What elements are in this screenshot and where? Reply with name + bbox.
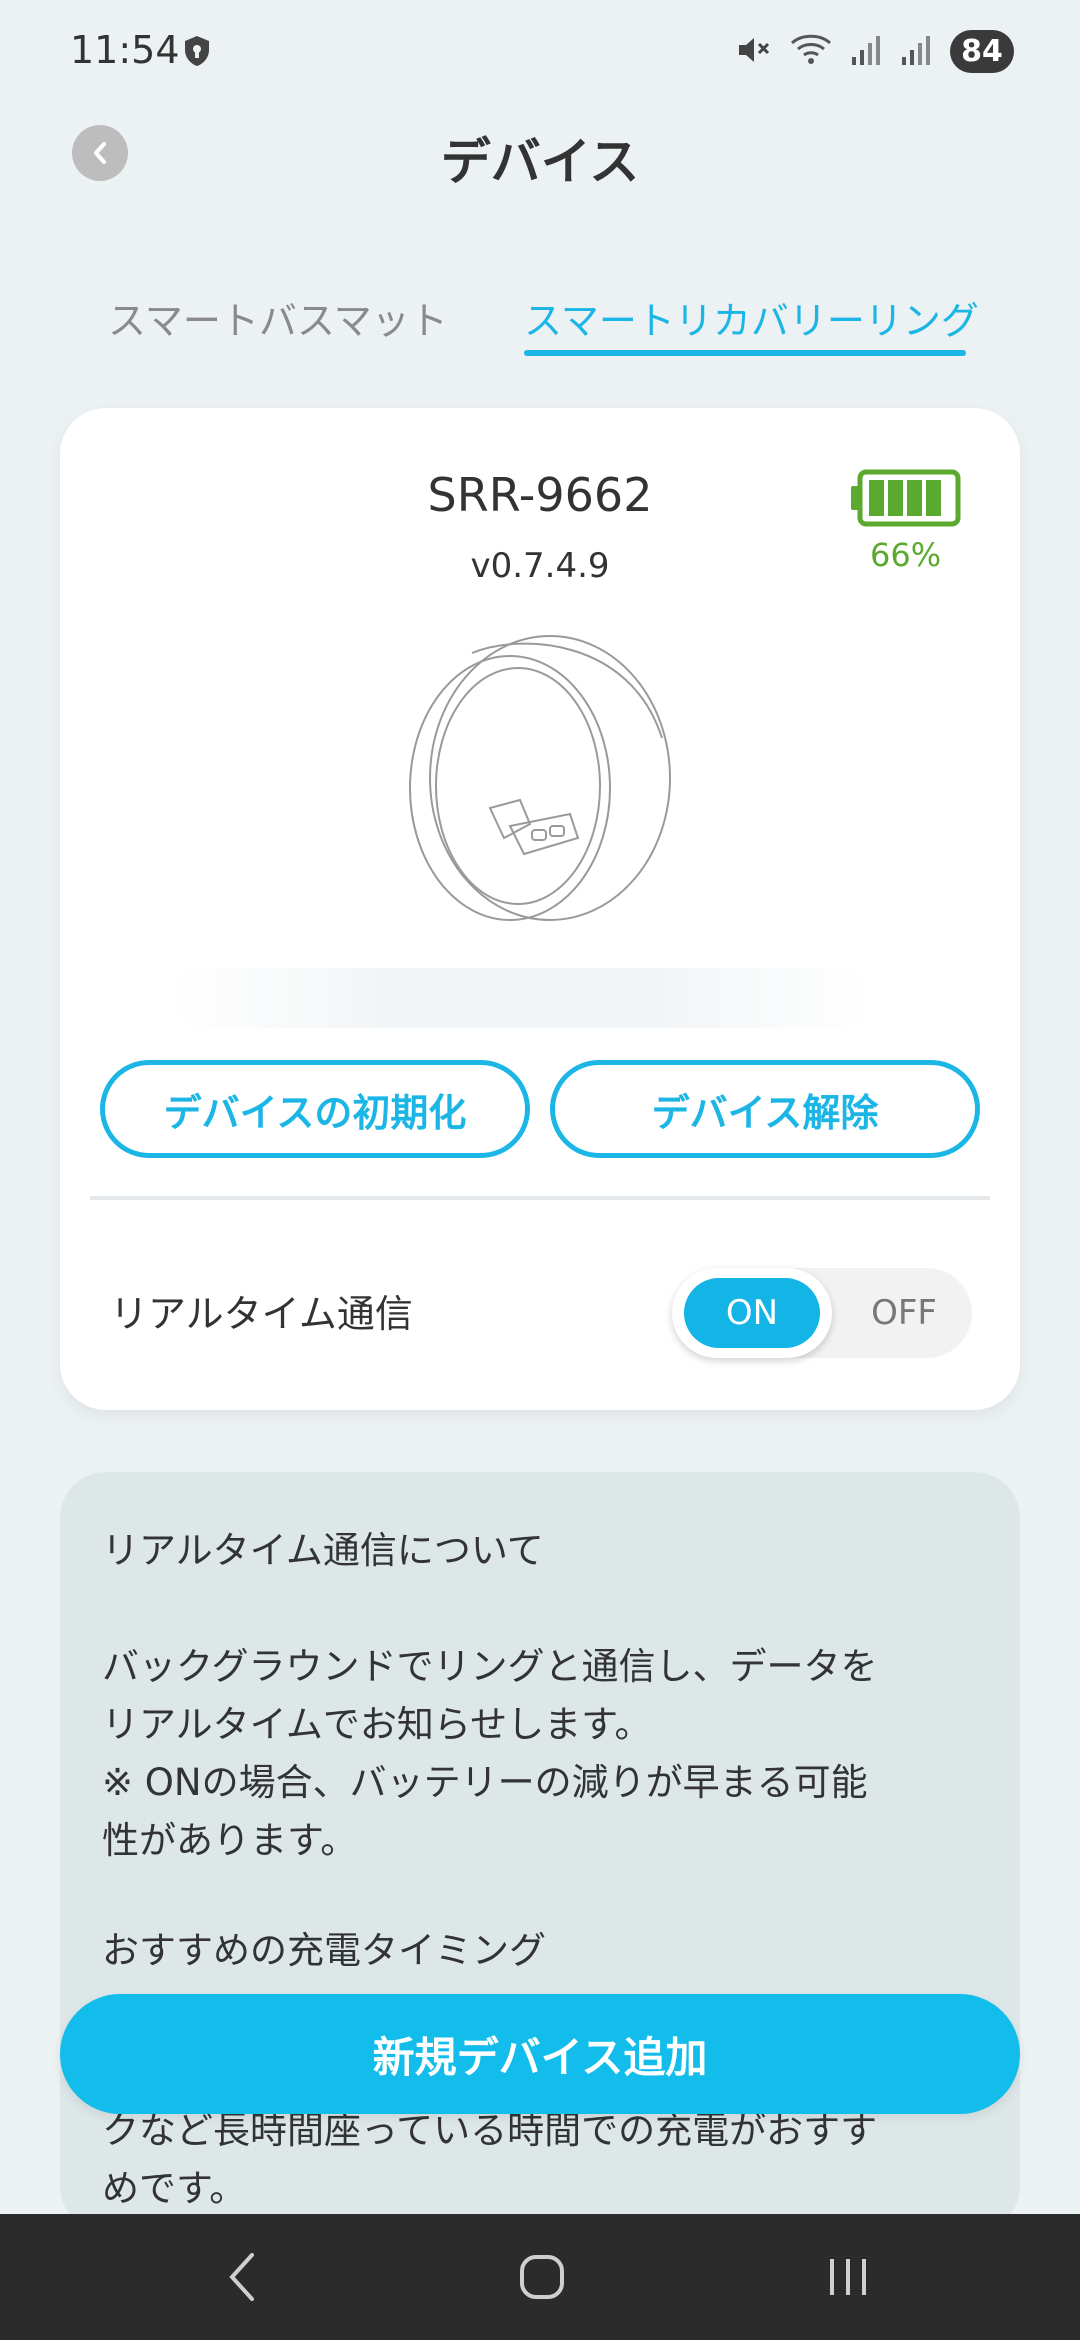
shield-icon xyxy=(183,35,211,71)
wifi-icon xyxy=(790,33,832,71)
tab-smart-recovery-ring[interactable]: スマートリカバリーリング xyxy=(524,290,979,345)
status-bar: 11:54 84 xyxy=(0,0,1080,105)
active-tab-indicator xyxy=(524,350,966,356)
realtime-toggle[interactable]: ON OFF xyxy=(672,1268,972,1358)
status-time: 11:54 xyxy=(70,28,180,72)
toggle-on-option[interactable]: ON xyxy=(672,1268,832,1358)
info-body-2: ※ ONの場合、バッテリーの減りが早まる可能 性があります。 xyxy=(102,1754,868,1870)
status-icons: 84 xyxy=(736,30,1014,73)
nav-home-button[interactable] xyxy=(482,2214,602,2340)
info-text-line: バックグラウンドでリングと通信し、データを xyxy=(102,1645,878,1688)
info-tail: クなど長時間座っている時間での充電がおすす めです。 xyxy=(102,2102,877,2218)
info-title: リアルタイム通信について xyxy=(102,1529,544,1572)
system-nav-bar xyxy=(0,2214,1080,2340)
signal-icon-2 xyxy=(900,33,932,71)
info-subtitle: おすすめの充電タイミング xyxy=(102,1929,546,1972)
info-text-line: リアルタイムでお知らせします。 xyxy=(102,1703,652,1746)
nav-recents-button[interactable] xyxy=(788,2214,908,2340)
reset-device-button[interactable]: デバイスの初期化 xyxy=(100,1060,530,1158)
battery-percent: 66% xyxy=(870,536,942,574)
device-screen: 11:54 84 デバイス スマートバスマット スマートリカバリーリング SRR… xyxy=(0,0,1080,2340)
toggle-off-option[interactable]: OFF xyxy=(844,1268,964,1358)
device-card: SRR-9662 v0.7.4.9 66% デバイスの初期化 デバイス解除 リア… xyxy=(60,408,1020,1410)
tab-smart-bath-mat[interactable]: スマートバスマット xyxy=(108,290,448,345)
battery-level-badge: 84 xyxy=(950,30,1014,73)
info-text-line: 性があります。 xyxy=(102,1819,358,1862)
nav-home-icon xyxy=(520,2255,564,2299)
page-title: デバイス xyxy=(440,133,640,191)
nav-back-icon xyxy=(229,2253,254,2301)
info-body-1: バックグラウンドでリングと通信し、データを リアルタイムでお知らせします。 xyxy=(102,1638,878,1754)
mute-icon xyxy=(736,33,772,71)
toggle-on-label: ON xyxy=(684,1278,820,1348)
add-new-device-button[interactable]: 新規デバイス追加 xyxy=(60,1994,1020,2114)
info-text-line: ※ ONの場合、バッテリーの減りが早まる可能 xyxy=(102,1761,868,1804)
nav-recents-icon xyxy=(830,2259,866,2295)
divider xyxy=(90,1196,990,1200)
info-panel: リアルタイム通信について バックグラウンドでリングと通信し、データを リアルタイ… xyxy=(60,1472,1020,2232)
loading-placeholder xyxy=(172,968,872,1028)
info-text-line: めです。 xyxy=(102,2167,247,2210)
realtime-label: リアルタイム通信 xyxy=(110,1292,413,1336)
unpair-device-button[interactable]: デバイス解除 xyxy=(550,1060,980,1158)
ring-illustration xyxy=(400,628,680,932)
nav-back-button[interactable] xyxy=(182,2214,302,2340)
signal-icon xyxy=(850,33,882,71)
battery-icon xyxy=(850,468,964,534)
